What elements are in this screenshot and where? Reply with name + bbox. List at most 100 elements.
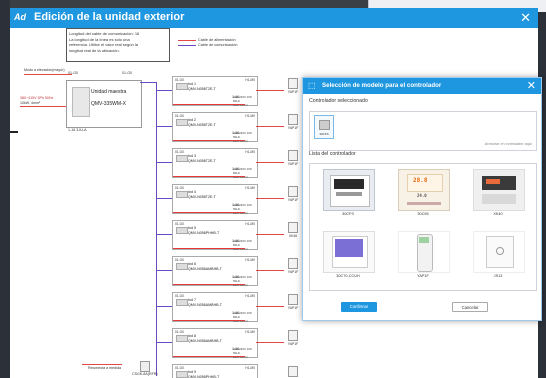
iu-controller[interactable]: XK46 (285, 222, 301, 238)
outdoor-unit-block[interactable]: Unidad maestra QMV-335WM-X (66, 80, 142, 128)
controller-list-label: Lista del controlador (309, 151, 356, 157)
iu-power-line (173, 320, 245, 321)
controller-wire (256, 270, 284, 271)
iu-address-right: H1-M0 (245, 150, 255, 154)
legend-comm: Cable de comunicación (178, 43, 237, 48)
iu-controller[interactable]: YAP1F (285, 186, 301, 202)
iu-flow-label: 1-16 (232, 95, 240, 99)
comm-branch-line (156, 306, 172, 308)
controller-indicator (486, 179, 500, 184)
iu-controller[interactable]: XK46 (285, 366, 301, 378)
odu-address-right: 01-G0 (122, 71, 132, 75)
iu-controller-name: YAP1F (287, 198, 299, 202)
controller-icon (288, 258, 298, 269)
controller-card-30c70[interactable]: 30C70-CCUH (313, 229, 383, 285)
indoor-unit-block[interactable]: 01-G0 H1-M0 Ind 1 QMV-N056T2E-T 220-240V 1Ph… (172, 76, 258, 107)
bottom-controller-icon (140, 361, 150, 372)
iu-flow-label: 1-16 (232, 131, 240, 135)
handheld-remote-icon (398, 231, 450, 273)
controller-lcd-subreading: 24.0 (417, 193, 427, 198)
iu-power-line (173, 356, 245, 357)
controller-icon (288, 222, 298, 233)
selected-controller-item[interactable]: 30CFS (314, 115, 334, 139)
controller-wire (256, 90, 284, 91)
indoor-unit-block[interactable]: 01-G0H1-M0Ind 9QMV-N056PHHB-T220-240V 1P… (172, 364, 258, 378)
controller-card-30c55[interactable]: 28.8 24.0 30C55 (388, 167, 458, 223)
indoor-unit-icon (176, 119, 188, 126)
indoor-unit-block[interactable]: 01-G0 H1-M0 Ind 6 QMV-N056AMBHB-T 220-240V 1… (172, 256, 258, 287)
info-line: longitud real de la ubicación. (69, 47, 120, 53)
iu-controller[interactable]: YAP1F (285, 294, 301, 310)
odu-footer: 1-16 3-IU-A (68, 128, 87, 132)
wired-controller-icon (323, 169, 375, 211)
controller-wire (256, 234, 284, 235)
controller-name: 30C55 (417, 212, 429, 216)
iu-controller[interactable]: YAP1F (285, 258, 301, 274)
panel-button (496, 247, 504, 255)
iu-controller[interactable]: YAP1F (285, 330, 301, 346)
controller-buttons (336, 192, 362, 196)
indoor-unit-icon (176, 227, 188, 234)
selected-controller-panel[interactable]: 30CFS Arrastrar el controlador aquí (309, 111, 537, 151)
controller-screen (335, 239, 363, 257)
controller-card-xk40[interactable]: XK40 (463, 167, 533, 223)
iu-address-left: 01-G0 (175, 186, 184, 190)
legend-power-label: Cable de alimentación (198, 38, 236, 42)
controller-wire (256, 162, 284, 163)
iu-power-line (173, 248, 245, 249)
controller-screen (334, 179, 364, 189)
indoor-unit-block[interactable]: 01-G0 H1-M0 Ind 2 QMV-N056T2E-T 220-240V 1Ph… (172, 112, 258, 143)
iu-flow-label: 1-16 (232, 203, 240, 207)
iu-model: QMV-N056AMBHB-T (188, 303, 222, 307)
close-icon[interactable]: ✕ (520, 10, 531, 26)
iu-controller[interactable]: YAP1F (285, 114, 301, 130)
legend-comm-swatch (178, 44, 196, 46)
comm-branch-line (156, 126, 172, 128)
indoor-unit-block[interactable]: 01-G0 H1-M0 Ind 4 QMV-N056T2E-T 220-240V 1Ph… (172, 184, 258, 215)
iu-name: Ind 4 (188, 190, 196, 194)
iu-address-left: 01-G0 (175, 78, 184, 82)
controller-wire (256, 342, 284, 343)
controller-wire (256, 306, 284, 307)
iu-power-line (173, 212, 245, 213)
indoor-unit-block[interactable]: 01-G0 H1-M0 Ind 7 QMV-N056AMBHB-T 220-240V 1… (172, 292, 258, 323)
controller-card-yap1f[interactable]: YAP1F (388, 229, 458, 285)
controller-name: 30C70-CCUH (336, 274, 360, 278)
dialog-title: Selección de modelo para el controlador (322, 82, 442, 89)
confirm-button[interactable]: Confirmar (341, 302, 377, 312)
odu-address-left: 01-G0 (68, 71, 78, 75)
diagram-edge-marker (10, 131, 18, 133)
comm-branch-line (156, 162, 172, 164)
indoor-unit-icon (176, 371, 188, 378)
dialog-header: ⬚ Selección de modelo para el controlado… (303, 78, 541, 94)
indoor-unit-icon (176, 263, 188, 270)
iu-name: Ind 9 (188, 370, 196, 374)
iu-name: Ind 8 (188, 334, 196, 338)
indoor-unit-icon (176, 83, 188, 90)
controller-icon (288, 114, 298, 125)
iu-address-left: 01-G0 (175, 366, 184, 370)
iu-address-right: H1-M0 (245, 114, 255, 118)
iu-address-right: H1-M0 (245, 186, 255, 190)
indoor-unit-block[interactable]: 01-G0 H1-M0 Ind 3 QMV-N056T2E-T 220-240V 1Ph… (172, 148, 258, 179)
controller-name: YAP1F (417, 274, 429, 278)
odu-power: 380~415V 3Ph 50Hz (20, 96, 54, 100)
iu-flow-label: 1-16 (232, 311, 240, 315)
iu-power-line (173, 140, 245, 141)
controller-icon (288, 294, 298, 305)
iu-controller[interactable]: YAP1F (285, 78, 301, 94)
controller-card-js13[interactable]: JS13 (463, 229, 533, 285)
controller-card-30cfs[interactable]: 30CFS (313, 167, 383, 223)
iu-controller-name: YAP1F (287, 90, 299, 94)
cancel-button[interactable]: Cancelar (452, 302, 488, 312)
indoor-unit-block[interactable]: 01-G0 H1-M0 Ind 8 QMV-N056AMBHB-T 220-240V 1… (172, 328, 258, 359)
legend: Cable de alimentación Cable de comunicac… (178, 38, 237, 48)
iu-address-right: H1-M0 (245, 366, 255, 370)
iu-name: Ind 2 (188, 118, 196, 122)
indoor-unit-block[interactable]: 01-G0 H1-M0 Ind 5 QMV-N056PHHB-T 220-240V 1P… (172, 220, 258, 251)
controller-icon (288, 366, 298, 377)
comm-branch-line (156, 342, 172, 344)
dialog-close-icon[interactable]: ✕ (527, 79, 536, 92)
iu-controller[interactable]: YAP1F (285, 150, 301, 166)
odu-title: Unidad maestra (91, 89, 127, 95)
